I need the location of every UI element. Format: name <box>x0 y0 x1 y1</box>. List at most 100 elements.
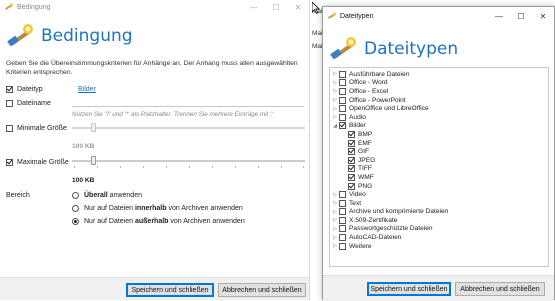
tree-item-checkbox[interactable] <box>339 208 346 216</box>
expand-arrow-icon[interactable]: ▷ <box>331 226 339 232</box>
tree-item-checkbox[interactable] <box>348 182 355 190</box>
tree-item[interactable]: ▷ Audio <box>330 113 548 122</box>
tree-item-label: JPEG <box>358 156 376 164</box>
tree-item-label: BMP <box>358 130 373 138</box>
expand-arrow-icon[interactable]: ▷ <box>331 209 339 215</box>
tree-item[interactable]: BMP <box>330 130 548 139</box>
maximize-icon[interactable]: ☐ <box>265 3 287 12</box>
tree-item-checkbox[interactable] <box>339 70 346 78</box>
tree-item[interactable]: ▷ Office - Excel <box>330 87 548 96</box>
window-title: Dateitypen <box>340 12 374 20</box>
expand-arrow-icon[interactable]: ▷ <box>331 97 339 103</box>
collapse-arrow-icon[interactable]: ◢ <box>331 123 339 129</box>
dateityp-link[interactable]: Bilder <box>78 86 96 93</box>
minimize-icon[interactable]: — <box>488 12 510 21</box>
tree-item-label: Ausführbare Dateien <box>349 70 410 78</box>
tree-item[interactable]: ▷ Office - Word <box>330 79 548 88</box>
bereich-option-1[interactable]: Nur auf Dateien innerhalb von Archiven a… <box>72 203 243 213</box>
tree-item-checkbox[interactable] <box>348 148 355 156</box>
tree-item-checkbox[interactable] <box>339 122 346 130</box>
tree-item-checkbox[interactable] <box>339 225 346 233</box>
tree-item-checkbox[interactable] <box>348 139 355 147</box>
tree-item-label: Office - Word <box>349 79 388 87</box>
tree-item-checkbox[interactable] <box>339 216 346 224</box>
min-size-row: Minimale Größe <box>6 123 67 133</box>
tree-item-checkbox[interactable] <box>348 165 355 173</box>
tree-item[interactable]: PNG <box>330 182 548 191</box>
cancel-button[interactable]: Abbrechen und schließen <box>455 282 545 296</box>
tree-item-checkbox[interactable] <box>339 242 346 250</box>
dateiname-checkbox[interactable] <box>6 99 13 107</box>
tree-item[interactable]: ▷ Text <box>330 199 548 208</box>
min-size-label: Minimale Größe <box>17 124 67 132</box>
tree-item-checkbox[interactable] <box>339 96 346 104</box>
expand-arrow-icon[interactable]: ▷ <box>331 106 339 112</box>
tree-item-checkbox[interactable] <box>339 79 346 87</box>
minimize-icon[interactable]: — <box>243 3 265 12</box>
tree-item-checkbox[interactable] <box>348 130 355 138</box>
dateiname-input[interactable] <box>72 97 304 107</box>
close-icon[interactable]: ✕ <box>532 12 554 21</box>
bereich-option-2[interactable]: Nur auf Dateien außerhalb von Archiven a… <box>72 216 245 226</box>
tree-item[interactable]: ▷ OpenOffice und LibreOffice <box>330 104 548 113</box>
max-size-checkbox[interactable] <box>6 158 13 166</box>
expand-arrow-icon[interactable]: ▷ <box>331 235 339 241</box>
file-type-tree: ▷ Ausführbare Dateien ▷ Office - Word ▷ Offic… <box>329 67 549 267</box>
tree-item-checkbox[interactable] <box>339 199 346 207</box>
expand-arrow-icon[interactable]: ▷ <box>331 243 339 249</box>
expand-arrow-icon[interactable]: ▷ <box>331 71 339 77</box>
tree-item[interactable]: EMF <box>330 139 548 148</box>
tree-item-checkbox[interactable] <box>348 173 355 181</box>
save-button[interactable]: Speichern und schließen <box>367 282 451 296</box>
tree-item[interactable]: ▷ X.509-Zertifikate <box>330 216 548 225</box>
tree-item-checkbox[interactable] <box>339 105 346 113</box>
tree-item-label: WMF <box>358 173 374 181</box>
dateitypen-titlebar[interactable]: Dateitypen — ☐ ✕ <box>323 7 554 25</box>
expand-arrow-icon[interactable]: ▷ <box>331 88 339 94</box>
tree-item[interactable]: GIF <box>330 147 548 156</box>
tree-item[interactable]: TIFF <box>330 165 548 174</box>
tree-item[interactable]: WMF <box>330 173 548 182</box>
bereich-option-0[interactable]: Überall anwenden <box>72 190 142 200</box>
expand-arrow-icon[interactable]: ▷ <box>331 80 339 86</box>
tree-item-label: PNG <box>358 182 373 190</box>
bedingung-titlebar[interactable]: Bedingung — ☐ ✕ <box>0 0 309 14</box>
min-size-checkbox[interactable] <box>6 124 13 132</box>
background-text-2: Mai <box>312 43 323 50</box>
expand-arrow-icon[interactable]: ▷ <box>331 114 339 120</box>
radio-button[interactable] <box>72 217 79 225</box>
dateitypen-header: Dateitypen <box>329 35 458 63</box>
expand-arrow-icon[interactable]: ▷ <box>331 217 339 223</box>
min-size-slider-thumb[interactable] <box>91 123 96 132</box>
wand-icon <box>329 35 361 63</box>
tree-item-checkbox[interactable] <box>339 191 346 199</box>
tree-item[interactable]: ▷ Video <box>330 190 548 199</box>
close-icon[interactable]: ✕ <box>287 3 309 12</box>
tree-item-checkbox[interactable] <box>339 234 346 242</box>
tree-item[interactable]: ▷ Passwortgeschützte Dateien <box>330 225 548 234</box>
tree-item[interactable]: ◢ Bilder <box>330 122 548 131</box>
tree-item-checkbox[interactable] <box>348 156 355 164</box>
save-button[interactable]: Speichern und schließen <box>126 283 214 297</box>
tree-item[interactable]: ▷ Ausführbare Dateien <box>330 70 548 79</box>
radio-button[interactable] <box>72 191 79 199</box>
radio-button[interactable] <box>72 204 79 212</box>
expand-arrow-icon[interactable]: ▷ <box>331 192 339 198</box>
tree-item[interactable]: ▷ Archive und komprimierte Dateien <box>330 208 548 217</box>
tree-item-label: AutoCAD-Dateien <box>349 234 402 242</box>
max-size-slider[interactable] <box>72 154 305 170</box>
tree-item[interactable]: ▷ AutoCAD-Dateien <box>330 233 548 242</box>
dateityp-checkbox[interactable] <box>6 85 13 93</box>
tree-item-label: Office - PowerPoint <box>349 96 406 104</box>
tree-item-checkbox[interactable] <box>339 113 346 121</box>
tree-item[interactable]: ▷ Office - PowerPoint <box>330 96 548 105</box>
tree-item[interactable]: ▷ Weitere <box>330 242 548 251</box>
cancel-button[interactable]: Abbrechen und schließen <box>218 283 306 297</box>
tree-item[interactable]: JPEG <box>330 156 548 165</box>
max-size-slider-thumb[interactable] <box>91 156 96 165</box>
tree-container: ▷ Ausführbare Dateien ▷ Office - Word ▷ Offic… <box>330 70 548 250</box>
min-size-slider[interactable] <box>72 122 305 136</box>
expand-arrow-icon[interactable]: ▷ <box>331 200 339 206</box>
maximize-icon[interactable]: ☐ <box>510 12 532 21</box>
tree-item-checkbox[interactable] <box>339 87 346 95</box>
